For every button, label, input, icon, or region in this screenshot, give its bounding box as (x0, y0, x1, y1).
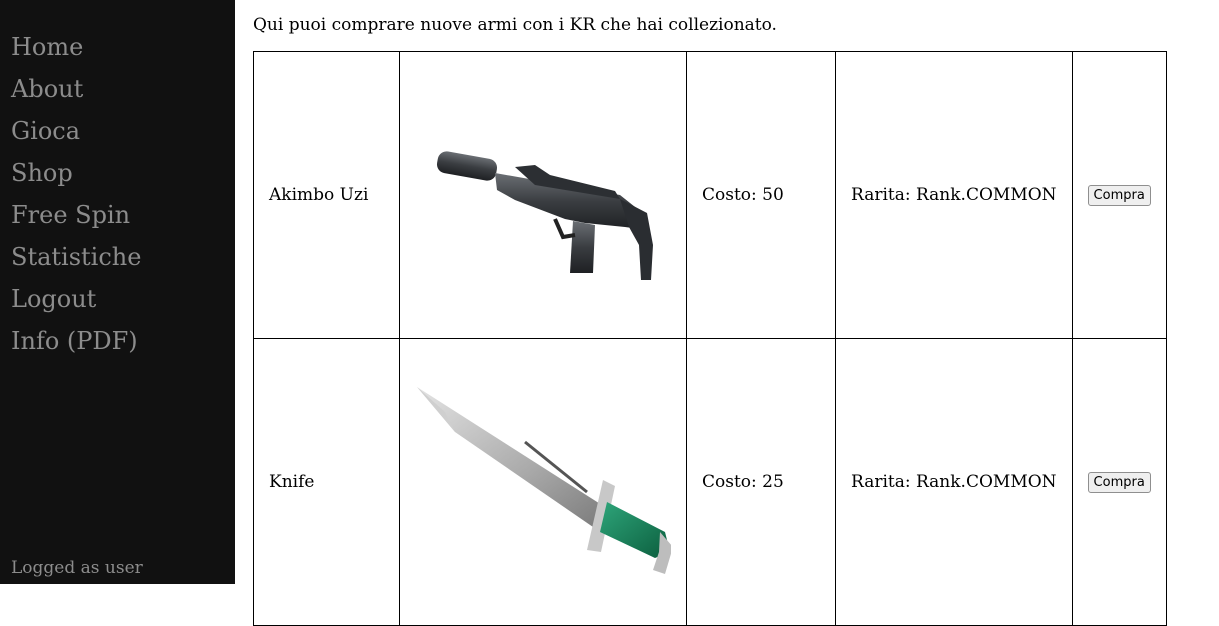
weapon-cost: Costo: 25 (686, 338, 836, 626)
weapon-name: Knife (253, 338, 400, 626)
weapon-image-cell (399, 51, 687, 339)
table-row: Akimbo Uzi Costo: 50 Rarita: Rank.COMMON… (253, 51, 1167, 339)
buy-cell: Compra (1071, 338, 1167, 626)
weapons-table: Akimbo Uzi Costo: 50 Rarita: Rank.COMMON… (253, 51, 1167, 626)
nav-free-spin[interactable]: Free Spin (11, 194, 141, 236)
nav-shop[interactable]: Shop (11, 152, 141, 194)
nav-home[interactable]: Home (11, 26, 141, 68)
uzi-icon (436, 151, 653, 280)
shop-intro-text: Qui puoi comprare nuove armi con i KR ch… (253, 15, 777, 35)
weapon-rarity: Rarita: Rank.COMMON (835, 338, 1073, 626)
weapon-image-cell (399, 338, 687, 626)
nav-menu: Home About Gioca Shop Free Spin Statisti… (11, 26, 141, 362)
nav-statistiche[interactable]: Statistiche (11, 236, 141, 278)
sidebar: Home About Gioca Shop Free Spin Statisti… (0, 0, 235, 584)
nav-gioca[interactable]: Gioca (11, 110, 141, 152)
weapon-cost: Costo: 50 (686, 51, 836, 339)
nav-logout[interactable]: Logout (11, 278, 141, 320)
logged-as-status: Logged as user (11, 558, 143, 578)
weapon-name: Akimbo Uzi (253, 51, 400, 339)
buy-cell: Compra (1071, 51, 1167, 339)
nav-about[interactable]: About (11, 68, 141, 110)
weapon-rarity: Rarita: Rank.COMMON (835, 51, 1073, 339)
buy-button[interactable]: Compra (1087, 472, 1151, 493)
nav-info-pdf[interactable]: Info (PDF) (11, 320, 141, 362)
buy-button[interactable]: Compra (1087, 185, 1151, 206)
table-row: Knife Costo: 25 Rarita: Rank.COMMON Comp… (253, 338, 1167, 626)
knife-icon (417, 387, 671, 574)
